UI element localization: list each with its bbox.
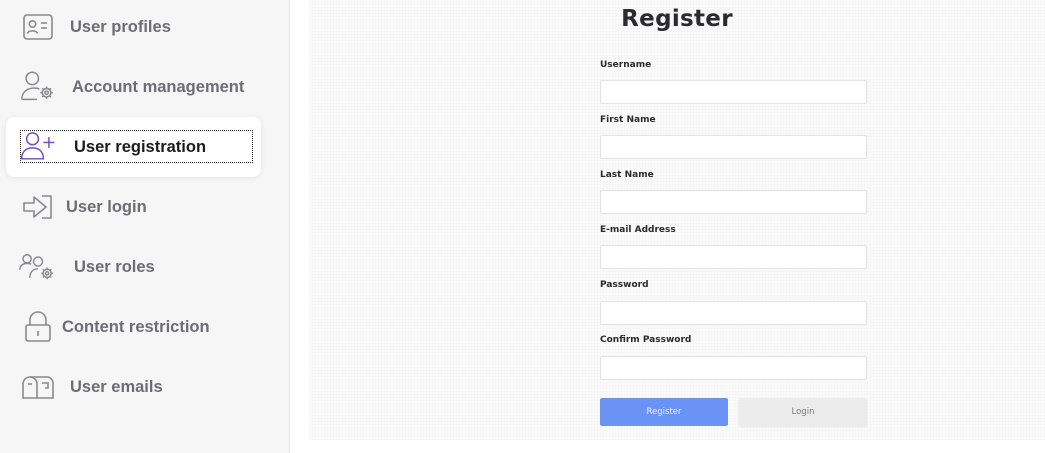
lock-icon [18, 307, 58, 347]
sidebar: User profiles Account management User re… [0, 0, 290, 453]
register-button[interactable]: Register [600, 398, 728, 426]
register-form-preview: Register Username First Name Last Name E… [309, 0, 1045, 440]
sidebar-item-label: Content restriction [62, 317, 210, 336]
main-content: Register Username First Name Last Name E… [291, 0, 1045, 453]
last-name-label: Last Name [600, 170, 654, 180]
login-button[interactable]: Login [739, 398, 867, 426]
username-field[interactable] [600, 80, 867, 104]
sidebar-item-user-emails[interactable]: User emails [6, 357, 261, 417]
sidebar-item-user-profiles[interactable]: User profiles [6, 0, 261, 57]
confirm-password-field[interactable] [600, 356, 867, 380]
sidebar-item-label: Account management [72, 77, 245, 96]
add-user-icon [18, 127, 58, 167]
mailbox-icon [18, 367, 58, 407]
form-title: Register [621, 6, 733, 32]
login-arrow-icon [18, 187, 58, 227]
password-label: Password [600, 280, 649, 290]
first-name-label: First Name [600, 115, 656, 125]
user-settings-icon [18, 67, 58, 107]
sidebar-item-account-management[interactable]: Account management [6, 57, 261, 117]
sidebar-item-user-login[interactable]: User login [6, 177, 261, 237]
confirm-password-label: Confirm Password [600, 335, 692, 345]
sidebar-item-label: User profiles [70, 17, 171, 36]
sidebar-item-label: User login [66, 197, 147, 216]
last-name-field[interactable] [600, 190, 867, 214]
sidebar-item-user-registration[interactable]: User registration [6, 117, 261, 177]
first-name-field[interactable] [600, 135, 867, 159]
sidebar-item-label: User registration [74, 137, 207, 156]
sidebar-item-user-roles[interactable]: User roles [6, 237, 261, 297]
sidebar-item-label: User emails [70, 377, 163, 396]
email-field[interactable] [600, 245, 867, 269]
users-settings-icon [18, 247, 58, 287]
user-profile-card-icon [18, 7, 58, 47]
username-label: Username [600, 60, 652, 70]
sidebar-item-content-restriction[interactable]: Content restriction [6, 297, 261, 357]
password-field[interactable] [600, 301, 867, 325]
sidebar-item-label: User roles [74, 257, 155, 276]
email-label: E-mail Address [600, 225, 676, 235]
